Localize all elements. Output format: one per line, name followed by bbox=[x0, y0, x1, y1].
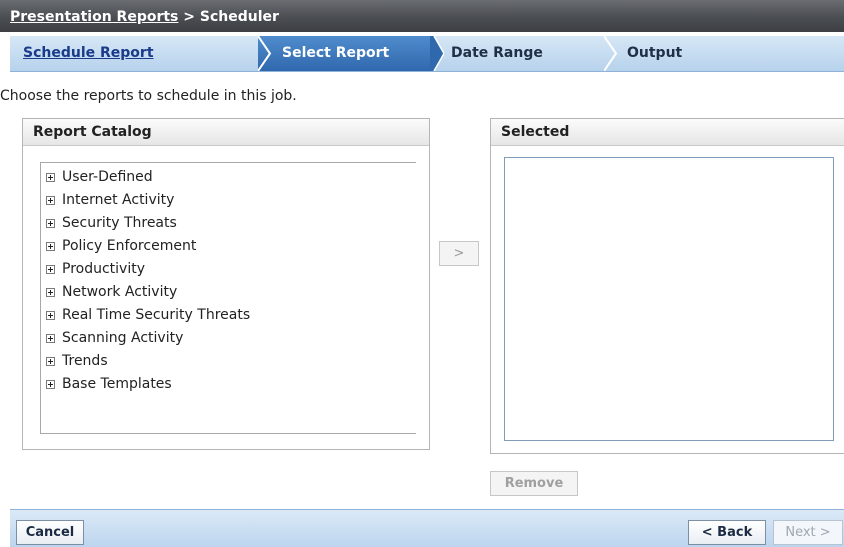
plus-box-icon[interactable] bbox=[46, 265, 55, 274]
tree-item-label: Policy Enforcement bbox=[62, 238, 197, 254]
tree-item-user-defined[interactable]: User-Defined bbox=[46, 166, 250, 189]
tree-item-label: Trends bbox=[62, 353, 108, 369]
tree-item-label: User-Defined bbox=[62, 169, 153, 185]
cancel-button[interactable]: Cancel bbox=[16, 520, 84, 545]
tree-item-label: Base Templates bbox=[62, 376, 172, 392]
chevron-right-icon bbox=[430, 36, 444, 71]
tree-item-label: Security Threats bbox=[62, 215, 177, 231]
tree-item-network-activity[interactable]: Network Activity bbox=[46, 281, 250, 304]
report-catalog-tree: User-Defined Internet Activity Security … bbox=[46, 166, 250, 396]
chevron-right-icon bbox=[258, 36, 272, 71]
selected-panel-title: Selected bbox=[491, 119, 844, 146]
tree-item-trends[interactable]: Trends bbox=[46, 350, 250, 373]
report-catalog-title: Report Catalog bbox=[23, 119, 429, 146]
plus-box-icon[interactable] bbox=[46, 196, 55, 205]
report-catalog-panel: Report Catalog User-Defined Internet Act… bbox=[22, 118, 430, 450]
add-to-selected-button[interactable]: > bbox=[439, 241, 479, 266]
selected-panel: Selected bbox=[490, 118, 844, 454]
selected-reports-list[interactable] bbox=[504, 157, 834, 441]
plus-box-icon[interactable] bbox=[46, 357, 55, 366]
tree-item-scanning-activity[interactable]: Scanning Activity bbox=[46, 327, 250, 350]
breadcrumb-presentation-reports-link[interactable]: Presentation Reports bbox=[10, 9, 178, 25]
chevron-right-icon bbox=[604, 36, 618, 71]
plus-box-icon[interactable] bbox=[46, 311, 55, 320]
step-select-report: Select Report bbox=[282, 45, 390, 61]
tree-item-internet-activity[interactable]: Internet Activity bbox=[46, 189, 250, 212]
tree-item-label: Scanning Activity bbox=[62, 330, 184, 346]
plus-box-icon[interactable] bbox=[46, 334, 55, 343]
tree-item-productivity[interactable]: Productivity bbox=[46, 258, 250, 281]
plus-box-icon[interactable] bbox=[46, 219, 55, 228]
plus-box-icon[interactable] bbox=[46, 288, 55, 297]
step-date-range: Date Range bbox=[451, 45, 543, 61]
breadcrumb: Presentation Reports > Scheduler bbox=[0, 0, 844, 32]
plus-box-icon[interactable] bbox=[46, 173, 55, 182]
tree-item-label: Internet Activity bbox=[62, 192, 175, 208]
plus-box-icon[interactable] bbox=[46, 242, 55, 251]
tree-item-label: Network Activity bbox=[62, 284, 178, 300]
plus-box-icon[interactable] bbox=[46, 380, 55, 389]
tree-item-real-time-security-threats[interactable]: Real Time Security Threats bbox=[46, 304, 250, 327]
step-output: Output bbox=[627, 45, 683, 61]
tree-item-label: Productivity bbox=[62, 261, 145, 277]
tree-item-security-threats[interactable]: Security Threats bbox=[46, 212, 250, 235]
tree-item-policy-enforcement[interactable]: Policy Enforcement bbox=[46, 235, 250, 258]
wizard-footer: Cancel < Back Next > bbox=[10, 509, 844, 547]
breadcrumb-current: Scheduler bbox=[199, 9, 279, 25]
tree-item-label: Real Time Security Threats bbox=[62, 307, 251, 323]
remove-button[interactable]: Remove bbox=[490, 471, 578, 496]
back-button[interactable]: < Back bbox=[688, 520, 766, 545]
tree-item-base-templates[interactable]: Base Templates bbox=[46, 373, 250, 396]
step-schedule-report[interactable]: Schedule Report bbox=[23, 36, 154, 71]
wizard-steps: Schedule Report Select Report Date Range… bbox=[10, 36, 844, 72]
next-button[interactable]: Next > bbox=[773, 520, 843, 545]
instructions-text: Choose the reports to schedule in this j… bbox=[0, 88, 297, 104]
breadcrumb-separator: > bbox=[183, 9, 195, 25]
